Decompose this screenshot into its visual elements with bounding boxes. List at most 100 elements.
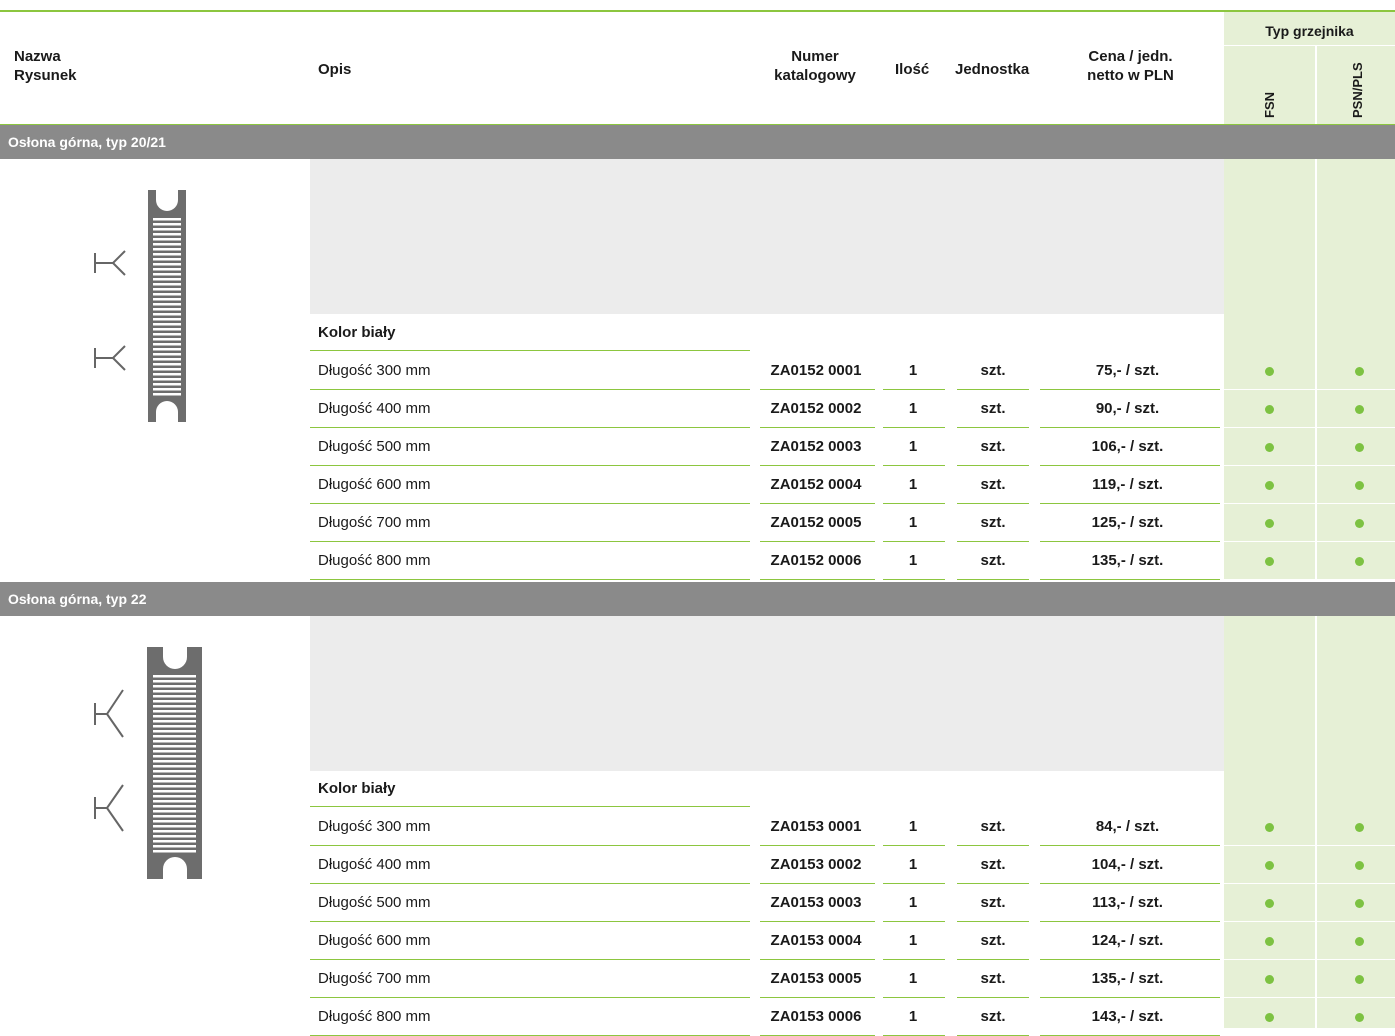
- section-2-image-area: [310, 616, 1224, 771]
- table-row: Długość 300 mm ZA0153 0001 1 szt. 84,- / szt…: [0, 808, 1395, 846]
- fsn-compat-dot: [1265, 937, 1274, 946]
- row-quantity: 1: [908, 1008, 918, 1025]
- psn-compat-dot: [1355, 443, 1364, 452]
- row-description: Długość 600 mm: [318, 932, 431, 949]
- psn-compat-dot: [1355, 975, 1364, 984]
- row-rule: [957, 579, 1029, 580]
- row-catalog-number: ZA0153 0003: [770, 894, 862, 911]
- row-price: 90,- / szt.: [1095, 400, 1160, 417]
- row-quantity: 1: [908, 438, 918, 455]
- psn-compat-dot: [1355, 1013, 1364, 1022]
- row-description: Długość 700 mm: [318, 970, 431, 987]
- fsn-compat-dot: [1265, 861, 1274, 870]
- row-unit: szt.: [980, 970, 1006, 987]
- psn-compat-dot: [1355, 367, 1364, 376]
- fsn-compat-dot: [1265, 481, 1274, 490]
- row-description: Długość 300 mm: [318, 362, 431, 379]
- row-quantity: 1: [908, 932, 918, 949]
- row-unit: szt.: [980, 400, 1006, 417]
- table-row: Długość 800 mm ZA0153 0006 1 szt. 143,- / sz…: [0, 998, 1395, 1036]
- row-price: 84,- / szt.: [1095, 818, 1160, 835]
- psn-compat-dot: [1355, 557, 1364, 566]
- psn-compat-dot: [1355, 519, 1364, 528]
- header-price: Cena / jedn. netto w PLN: [1068, 47, 1193, 85]
- table-row: Długość 600 mm ZA0153 0004 1 szt. 124,- / sz…: [0, 922, 1395, 960]
- psn-compat-dot: [1355, 937, 1364, 946]
- row-catalog-number: ZA0152 0002: [770, 400, 862, 417]
- fsn-compat-dot: [1265, 899, 1274, 908]
- psn-compat-dot: [1355, 861, 1364, 870]
- header-type-psn: PSN/PLS: [1350, 62, 1365, 118]
- row-description: Długość 500 mm: [318, 438, 431, 455]
- row-price: 104,- / szt.: [1091, 856, 1164, 873]
- header-catalog-line1: Numer: [791, 48, 839, 65]
- table-row: Długość 300 mm ZA0152 0001 1 szt. 75,- / szt…: [0, 352, 1395, 390]
- table-row: Długość 700 mm ZA0152 0005 1 szt. 125,- / sz…: [0, 504, 1395, 542]
- row-description: Długość 600 mm: [318, 476, 431, 493]
- psn-compat-dot: [1355, 899, 1364, 908]
- row-quantity: 1: [908, 514, 918, 531]
- header-type-fsn: FSN: [1262, 92, 1277, 118]
- row-quantity: 1: [908, 894, 918, 911]
- header-unit: Jednostka: [955, 61, 1030, 78]
- row-catalog-number: ZA0152 0001: [770, 362, 862, 379]
- fsn-compat-dot: [1265, 367, 1274, 376]
- row-description: Długość 700 mm: [318, 514, 431, 531]
- row-catalog-number: ZA0152 0006: [770, 552, 862, 569]
- row-rule: [1040, 579, 1220, 580]
- row-description: Długość 500 mm: [318, 894, 431, 911]
- row-catalog-number: ZA0153 0006: [770, 1008, 862, 1025]
- row-rule: [310, 579, 750, 580]
- row-catalog-number: ZA0153 0005: [770, 970, 862, 987]
- section-2-color-label: Kolor biały: [318, 780, 396, 797]
- table-row: Długość 400 mm ZA0153 0002 1 szt. 104,- / sz…: [0, 846, 1395, 884]
- row-quantity: 1: [908, 400, 918, 417]
- row-unit: szt.: [980, 932, 1006, 949]
- row-rule: [883, 579, 945, 580]
- section-bar-1: Osłona górna, typ 20/21: [0, 125, 1395, 159]
- table-row: Długość 800 mm ZA0152 0006 1 szt. 135,- / sz…: [0, 542, 1395, 580]
- header-price-line1: Cena / jedn.: [1088, 48, 1173, 65]
- header-catalog-line2: katalogowy: [774, 67, 856, 84]
- header-price-line2: netto w PLN: [1087, 67, 1174, 84]
- fsn-compat-dot: [1265, 975, 1274, 984]
- row-catalog-number: ZA0152 0004: [770, 476, 862, 493]
- row-description: Długość 800 mm: [318, 552, 431, 569]
- row-catalog-number: ZA0153 0004: [770, 932, 862, 949]
- top-rule: [0, 10, 1395, 12]
- table-row: Długość 500 mm ZA0152 0003 1 szt. 106,- / sz…: [0, 428, 1395, 466]
- row-unit: szt.: [980, 818, 1006, 835]
- type-header-vdivider: [1315, 45, 1317, 125]
- type-header-divider: [1224, 45, 1395, 46]
- header-type-group: Typ grzejnika: [1265, 23, 1354, 39]
- fsn-compat-dot: [1265, 1013, 1274, 1022]
- row-rule: [760, 579, 875, 580]
- row-price: 125,- / szt.: [1091, 514, 1164, 531]
- fsn-compat-dot: [1265, 405, 1274, 414]
- header-catalog: Numer katalogowy: [765, 47, 865, 85]
- section-2-color-rule: [310, 806, 750, 807]
- row-unit: szt.: [980, 438, 1006, 455]
- row-catalog-number: ZA0152 0005: [770, 514, 862, 531]
- row-unit: szt.: [980, 514, 1006, 531]
- row-price: 135,- / szt.: [1091, 552, 1164, 569]
- header-name: Nazwa Rysunek: [14, 47, 77, 85]
- fsn-compat-dot: [1265, 443, 1274, 452]
- table-row: Długość 500 mm ZA0153 0003 1 szt. 113,- / sz…: [0, 884, 1395, 922]
- row-description: Długość 400 mm: [318, 400, 431, 417]
- row-unit: szt.: [980, 856, 1006, 873]
- psn-compat-dot: [1355, 405, 1364, 414]
- row-quantity: 1: [908, 970, 918, 987]
- row-quantity: 1: [908, 476, 918, 493]
- row-price: 75,- / szt.: [1095, 362, 1160, 379]
- row-price: 135,- / szt.: [1091, 970, 1164, 987]
- row-description: Długość 800 mm: [318, 1008, 431, 1025]
- psn-compat-dot: [1355, 823, 1364, 832]
- header-qty: Ilość: [895, 61, 930, 78]
- row-quantity: 1: [908, 856, 918, 873]
- row-price: 143,- / szt.: [1091, 1008, 1164, 1025]
- row-description: Długość 300 mm: [318, 818, 431, 835]
- header-desc: Opis: [318, 61, 352, 78]
- fsn-compat-dot: [1265, 519, 1274, 528]
- row-unit: szt.: [980, 476, 1006, 493]
